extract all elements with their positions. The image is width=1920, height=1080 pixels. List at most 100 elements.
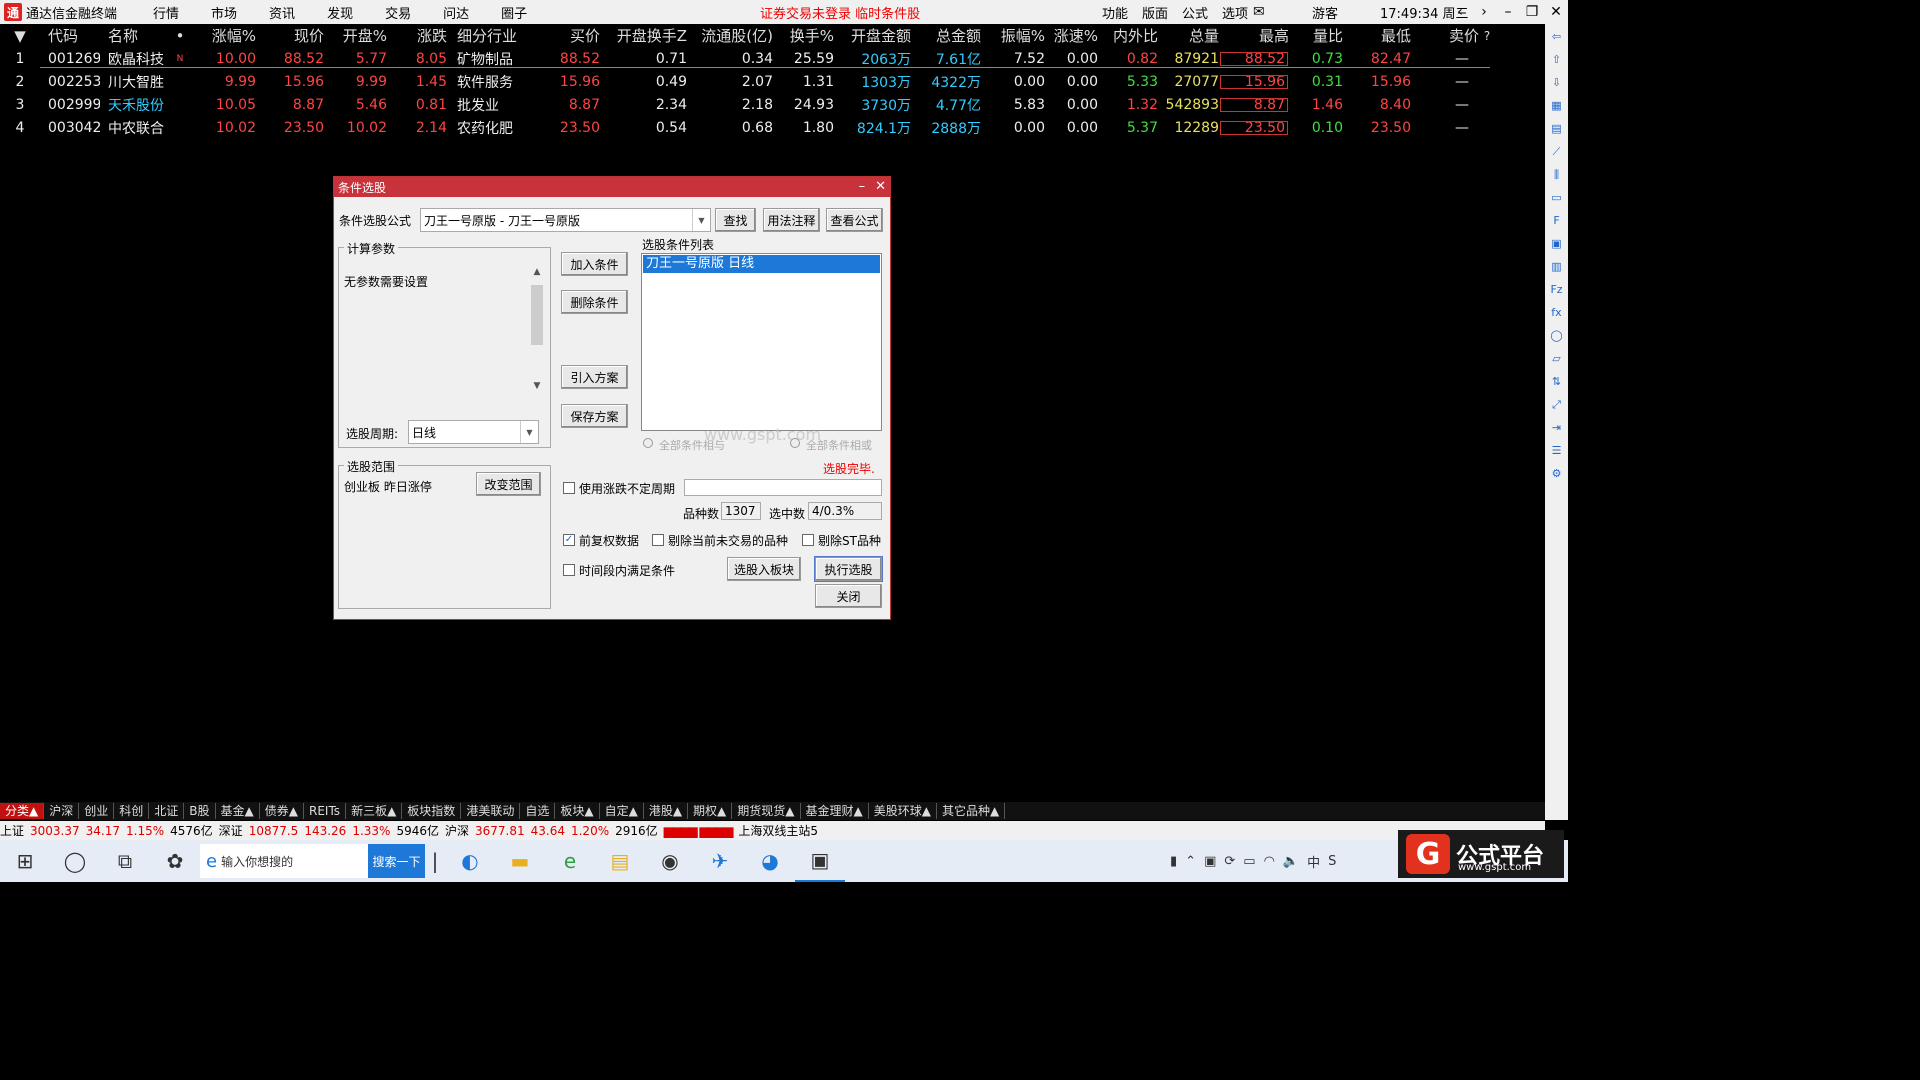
col-change-pct[interactable]: 涨幅% — [192, 25, 256, 46]
col-volume[interactable]: 总量 — [1158, 25, 1219, 46]
media-player-icon[interactable]: ◉ — [645, 840, 695, 882]
power-icon[interactable]: ▭ — [1243, 854, 1255, 869]
menu-options[interactable]: 选项 — [1215, 3, 1255, 22]
category-tab[interactable]: 美股环球▲ — [869, 803, 937, 819]
menu-ask[interactable]: 问达 — [427, 3, 485, 22]
import-plan-button[interactable]: 引入方案 — [561, 365, 628, 389]
browser-360-icon[interactable]: e — [545, 840, 595, 882]
category-tab[interactable]: 基金▲ — [216, 803, 260, 819]
formula-select[interactable]: 刀王一号原版 - 刀王一号原版 ▼ — [420, 208, 711, 232]
find-button[interactable]: 查找 — [715, 208, 756, 232]
category-tab[interactable]: 期货现货▲ — [732, 803, 801, 819]
col-float-shares[interactable]: 流通股(亿) — [687, 25, 773, 46]
category-tab[interactable]: 板块指数 — [402, 803, 462, 819]
category-tab[interactable]: 分类▲ — [0, 803, 45, 819]
menu-layout[interactable]: 版面 — [1135, 3, 1175, 22]
file-explorer-icon[interactable]: ▬ — [495, 840, 545, 882]
circle-icon[interactable]: ◯ — [1549, 327, 1565, 345]
sh-index-label[interactable]: 上证 — [0, 822, 24, 839]
user-guest[interactable]: 游客 — [1312, 3, 1338, 22]
grid-icon[interactable]: ▤ — [1549, 120, 1565, 138]
radio-and[interactable] — [643, 438, 653, 448]
add-condition-button[interactable]: 加入条件 — [561, 252, 628, 276]
export-icon[interactable]: ⇥ — [1549, 419, 1565, 437]
params-scrollbar[interactable]: ▲ ▼ — [530, 267, 544, 391]
forward-icon[interactable]: › — [1472, 0, 1496, 24]
candle-icon[interactable]: ⫼ — [1549, 166, 1565, 184]
menu-formula[interactable]: 公式 — [1175, 3, 1215, 22]
category-tab[interactable]: 债券▲ — [260, 803, 304, 819]
col-dot[interactable]: • — [168, 27, 192, 45]
f10-icon[interactable]: F — [1549, 212, 1565, 230]
task-view-icon[interactable]: ⧉ — [100, 840, 150, 882]
category-tab[interactable]: 自选 — [520, 803, 556, 819]
table-row[interactable]: 4 003042 中农联合 10.02 23.50 10.02 2.14 农药化肥 23.50 0… — [0, 116, 1545, 139]
taskbar-search-button[interactable]: 搜索一下 — [368, 844, 425, 878]
col-diff[interactable]: 涨跌 — [387, 25, 447, 46]
delete-condition-button[interactable]: 删除条件 — [561, 290, 628, 314]
timerange-checkbox[interactable] — [563, 564, 575, 576]
arrow-up-icon[interactable]: ⇧ — [1549, 51, 1565, 69]
change-range-button[interactable]: 改变范围 — [476, 472, 541, 496]
col-in-out-ratio[interactable]: 内外比 — [1098, 25, 1158, 46]
category-tab[interactable]: 新三板▲ — [346, 803, 403, 819]
menu-circle[interactable]: 圈子 — [485, 3, 543, 22]
forward-adjust-checkbox[interactable]: ✓ — [563, 534, 575, 546]
category-tab[interactable]: 基金理财▲ — [801, 803, 869, 819]
taskbar-search-input[interactable]: e 输入你想搜的 — [200, 844, 368, 878]
minimize-icon[interactable]: – — [1496, 0, 1520, 24]
exclude-st-checkbox[interactable] — [802, 534, 814, 546]
chevron-down-icon[interactable]: ▼ — [692, 209, 710, 231]
book-icon[interactable]: ▥ — [1549, 258, 1565, 276]
arrow-down-icon[interactable]: ⇩ — [1549, 74, 1565, 92]
col-low[interactable]: 最低 — [1343, 25, 1411, 46]
col-speed[interactable]: 涨速% — [1045, 25, 1098, 46]
input-method-icon[interactable]: 中 — [1307, 852, 1320, 871]
dialog-close-icon[interactable]: ✕ — [875, 177, 886, 197]
folder-icon[interactable]: ▤ — [595, 840, 645, 882]
network-icon[interactable]: ▣ — [1204, 854, 1216, 869]
category-tab[interactable]: 北证 — [149, 803, 185, 819]
battery-icon[interactable]: ▮ — [1170, 854, 1177, 869]
col-total-amount[interactable]: 总金额 — [911, 25, 981, 46]
col-open-pct[interactable]: 开盘% — [324, 25, 387, 46]
period-input[interactable] — [684, 479, 882, 496]
category-tab[interactable]: 港美联动 — [461, 803, 521, 819]
edge-icon[interactable]: ◐ — [445, 840, 495, 882]
view-formula-button[interactable]: 查看公式 — [826, 208, 883, 232]
arrow-left-icon[interactable]: ⇦ — [1549, 28, 1565, 46]
table-row[interactable]: 2 002253 川大智胜 9.99 15.96 9.99 1.45 软件服务 15.96 0.4… — [0, 70, 1545, 93]
fx-icon[interactable]: fx — [1549, 304, 1565, 322]
tray-expand-icon[interactable]: ⌃ — [1185, 854, 1196, 869]
close-button[interactable]: 关闭 — [815, 584, 882, 608]
report-icon[interactable]: ▣ — [1549, 235, 1565, 253]
col-turnover[interactable]: 换手% — [773, 25, 834, 46]
scroll-down-icon[interactable]: ▼ — [530, 381, 544, 391]
feishu-icon[interactable]: ✈ — [695, 840, 745, 882]
category-tab[interactable]: REITs — [304, 803, 347, 819]
category-tab[interactable]: 科创 — [114, 803, 150, 819]
windows-start-icon[interactable]: ⊞ — [0, 840, 50, 882]
login-status-message[interactable]: 证券交易未登录 临时条件股 — [760, 3, 920, 22]
category-tab[interactable]: 板块▲ — [555, 803, 600, 819]
col-open-amount[interactable]: 开盘金额 — [834, 25, 911, 46]
volume-icon[interactable]: 🔈 — [1283, 854, 1299, 869]
fz-icon[interactable]: Fz — [1549, 281, 1565, 299]
col-bid[interactable]: 买价 — [547, 25, 600, 46]
menu-function[interactable]: 功能 — [1095, 3, 1135, 22]
app-pinwheel-icon[interactable]: ✿ — [150, 840, 200, 882]
server-name[interactable]: 上海双线主站5 — [738, 822, 818, 839]
wifi-icon[interactable]: ◠ — [1264, 854, 1275, 869]
col-ask[interactable]: 卖价 — [1411, 25, 1479, 46]
expand-icon[interactable]: ⤢ — [1549, 396, 1565, 414]
table-row[interactable]: 3 002999 天禾股份 10.05 8.87 5.46 0.81 批发业 8.87 2.34 2… — [0, 93, 1545, 116]
usage-button[interactable]: 用法注释 — [763, 208, 820, 232]
condition-list[interactable]: 刀王一号原版 日线 — [641, 253, 882, 431]
scroll-thumb[interactable] — [531, 285, 543, 345]
col-price[interactable]: 现价 — [256, 25, 324, 46]
category-tab[interactable]: 沪深 — [44, 803, 80, 819]
menu-quotes[interactable]: 行情 — [137, 3, 195, 22]
sync-icon[interactable]: ⟳ — [1224, 854, 1235, 869]
execute-button[interactable]: 执行选股 — [814, 556, 883, 582]
sogou-ime-icon[interactable]: S — [1328, 854, 1336, 869]
